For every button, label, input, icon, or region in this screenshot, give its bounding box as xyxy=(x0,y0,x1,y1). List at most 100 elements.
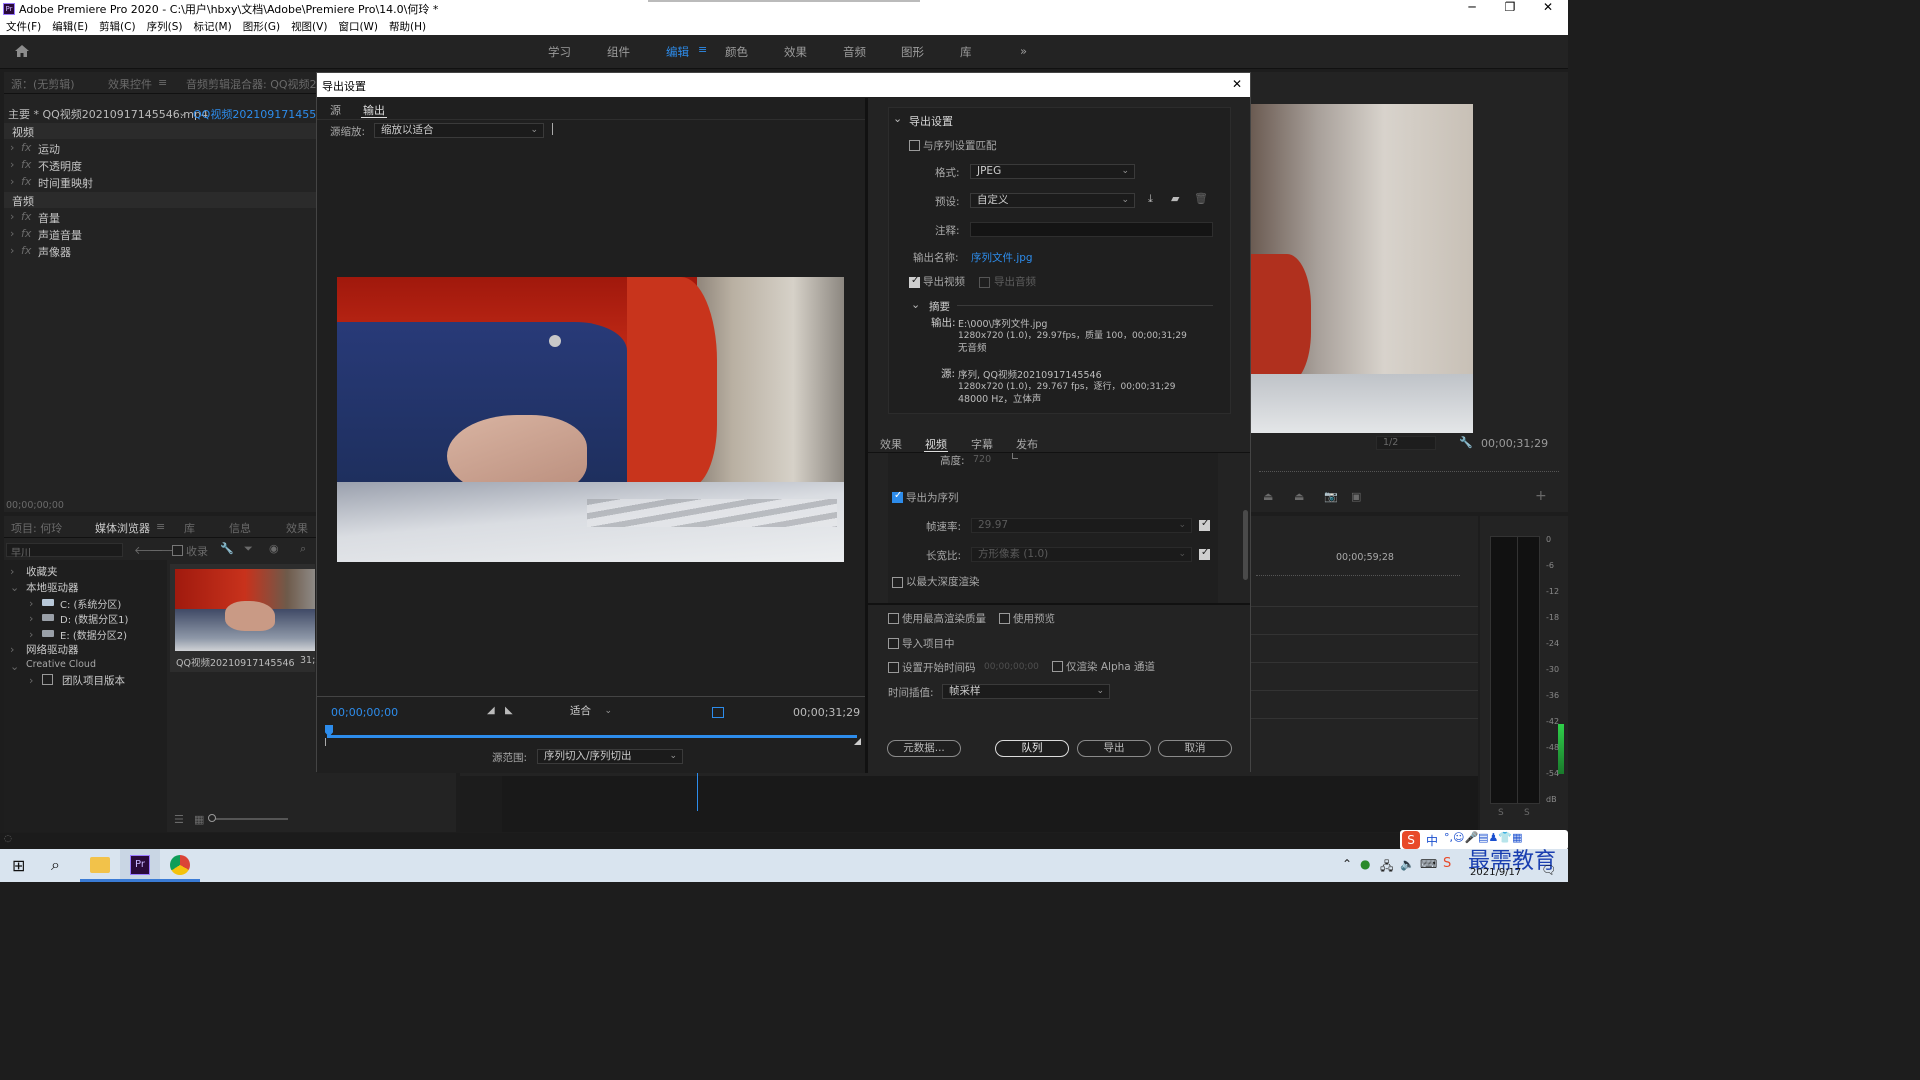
expand-icon[interactable]: › xyxy=(10,210,14,223)
tab-project[interactable]: 项目: 何玲 xyxy=(11,520,62,536)
effect-volume[interactable]: 音量 xyxy=(38,210,60,226)
workspace-more-icon[interactable]: » xyxy=(1020,44,1027,58)
collapse-icon[interactable]: ⌄ xyxy=(893,112,902,125)
workspace-libraries[interactable]: 库 xyxy=(960,44,972,60)
frame-rate-dropdown[interactable]: 29.97 ⌄ xyxy=(971,518,1192,533)
taskbar-search-icon[interactable]: ⌕ xyxy=(51,855,60,875)
media-thumbnail-card[interactable]: QQ视频20210917145546 31;2 xyxy=(170,564,321,672)
effect-panner[interactable]: 声像器 xyxy=(38,244,71,260)
menu-edit[interactable]: 编辑(E) xyxy=(52,19,88,34)
tree-drive-e[interactable]: E: (数据分区2) xyxy=(60,627,127,642)
timeline-ruler[interactable] xyxy=(1256,568,1460,576)
workspace-learn[interactable]: 学习 xyxy=(548,44,571,60)
ime-tray-icon[interactable]: ⌨ xyxy=(1420,857,1437,871)
tab-libraries[interactable]: 库 xyxy=(184,520,195,536)
tree-team-projects[interactable]: 团队项目版本 xyxy=(62,673,125,688)
menu-marker[interactable]: 标记(M) xyxy=(193,19,231,34)
set-out-point-icon[interactable]: ◣ xyxy=(505,705,513,716)
home-icon[interactable] xyxy=(14,44,30,58)
filter-icon[interactable]: ⏷ xyxy=(244,542,253,556)
tab-source[interactable]: 源：(无剪辑) xyxy=(11,76,75,92)
time-interpolation-dropdown[interactable]: 帧采样 ⌄ xyxy=(942,684,1110,699)
tab-source-preview[interactable]: 源 xyxy=(330,102,341,118)
height-value[interactable]: 720 xyxy=(973,454,991,465)
compare-icon[interactable]: ▣ xyxy=(1351,490,1361,503)
import-preset-icon[interactable]: ▰ xyxy=(1171,192,1179,205)
tab-info[interactable]: 信息 xyxy=(229,520,251,536)
timeline-playhead[interactable] xyxy=(697,771,698,811)
tab-effects[interactable]: 效果 xyxy=(286,520,308,536)
tab-captions-settings[interactable]: 字幕 xyxy=(971,436,993,452)
menu-file[interactable]: 文件(F) xyxy=(6,19,41,34)
source-scale-dropdown[interactable]: 缩放以适合 ⌄ xyxy=(374,123,544,138)
export-video-checkbox[interactable] xyxy=(909,275,920,288)
expand-icon[interactable]: › xyxy=(10,227,14,240)
taskbar-date[interactable]: 2021/9/17 xyxy=(1470,867,1521,878)
ime-mode[interactable]: 中 xyxy=(1426,832,1438,849)
tab-video-settings[interactable]: 视频 xyxy=(925,436,947,452)
clip-dropdown-icon[interactable]: ⌄ xyxy=(178,106,187,119)
cancel-button[interactable]: 取消 xyxy=(1158,740,1232,757)
export-as-sequence-checkbox[interactable] xyxy=(892,490,903,503)
link-dimensions-icon[interactable] xyxy=(1012,453,1018,459)
tree-drive-c[interactable]: C: (系统分区) xyxy=(60,596,121,611)
tree-favorites[interactable]: 收藏夹 xyxy=(26,564,58,579)
resolution-dropdown[interactable]: 1/2 xyxy=(1376,436,1436,450)
zoom-slider-handle[interactable] xyxy=(208,814,216,822)
workspace-assembly[interactable]: 组件 xyxy=(607,44,630,60)
in-point-marker[interactable] xyxy=(325,738,326,746)
tree-local-drives[interactable]: 本地驱动器 xyxy=(26,580,79,595)
minimize-button[interactable]: ─ xyxy=(1452,0,1492,14)
tray-chevron-icon[interactable]: ⌃ xyxy=(1342,857,1352,871)
tab-effects-settings[interactable]: 效果 xyxy=(880,436,902,452)
browser-path-dropdown[interactable]: 早川 xyxy=(6,543,123,559)
source-range-bar[interactable] xyxy=(327,735,857,738)
tree-network-drives[interactable]: 网络驱动器 xyxy=(26,642,79,657)
tab-effect-controls[interactable]: 效果控件 xyxy=(108,76,152,92)
use-previews-checkbox[interactable] xyxy=(999,613,1010,624)
timecode-in[interactable]: 00;00;00;00 xyxy=(331,706,398,719)
premiere-taskbar-icon[interactable]: Pr xyxy=(130,855,150,875)
metadata-button[interactable]: 元数据... xyxy=(887,740,961,757)
restore-button[interactable]: ❐ xyxy=(1490,0,1530,14)
windows-start-icon[interactable]: ⊞ xyxy=(12,856,25,875)
match-sequence-checkbox[interactable] xyxy=(909,140,920,151)
start-timecode-value[interactable]: 00;00;00;00 xyxy=(984,662,1039,672)
workspace-graphics[interactable]: 图形 xyxy=(901,44,924,60)
effect-channel-volume[interactable]: 声道音量 xyxy=(38,227,82,243)
set-start-timecode-checkbox[interactable] xyxy=(888,662,899,673)
max-render-quality-checkbox[interactable] xyxy=(888,613,899,624)
chrome-icon[interactable] xyxy=(170,855,190,875)
search-icon[interactable]: ⌕ xyxy=(300,542,306,556)
network-icon[interactable]: 🖧 xyxy=(1380,857,1393,878)
preset-dropdown[interactable]: 自定义 ⌄ xyxy=(970,193,1135,208)
extract-icon[interactable]: ⏏ xyxy=(1294,490,1304,503)
queue-button[interactable]: 队列 xyxy=(995,740,1069,757)
aspect-dropdown[interactable]: 方形像素 (1.0) ⌄ xyxy=(971,547,1192,562)
settings-wrench-icon[interactable]: 🔧 xyxy=(1459,436,1473,449)
max-depth-checkbox[interactable] xyxy=(892,577,903,588)
menu-sequence[interactable]: 序列(S) xyxy=(147,19,183,34)
panel-menu-icon[interactable]: ≡ xyxy=(158,76,167,89)
workspace-menu-icon[interactable]: ≡ xyxy=(698,43,707,56)
notification-icon[interactable]: 🗨 xyxy=(1541,863,1556,877)
fit-dropdown[interactable]: 适合 ⌄ xyxy=(564,705,617,720)
menu-window[interactable]: 窗口(W) xyxy=(338,19,378,34)
icon-view-icon[interactable]: ▦ xyxy=(194,813,204,826)
effect-opacity[interactable]: 不透明度 xyxy=(38,158,82,174)
settings-scrollbar[interactable] xyxy=(1243,510,1248,580)
tab-audio-clip-mixer[interactable]: 音频剪辑混合器: QQ视频2 xyxy=(186,76,317,92)
program-ruler[interactable] xyxy=(1259,462,1559,472)
panel-menu-icon[interactable]: ≡ xyxy=(156,520,165,533)
expand-icon[interactable]: › xyxy=(10,244,14,257)
import-project-checkbox[interactable] xyxy=(888,638,899,649)
close-window-button[interactable]: ✕ xyxy=(1528,0,1568,14)
workspace-audio[interactable]: 音频 xyxy=(843,44,866,60)
volume-icon[interactable]: 🔈 xyxy=(1400,857,1415,871)
aspect-toggle-icon[interactable] xyxy=(712,707,724,718)
wrench-icon[interactable]: 🔧 xyxy=(220,542,234,555)
menu-help[interactable]: 帮助(H) xyxy=(389,19,426,34)
dialog-close-button[interactable]: ✕ xyxy=(1232,77,1242,91)
tab-publish-settings[interactable]: 发布 xyxy=(1016,436,1038,452)
save-preset-icon[interactable]: ⤓ xyxy=(1148,192,1153,206)
